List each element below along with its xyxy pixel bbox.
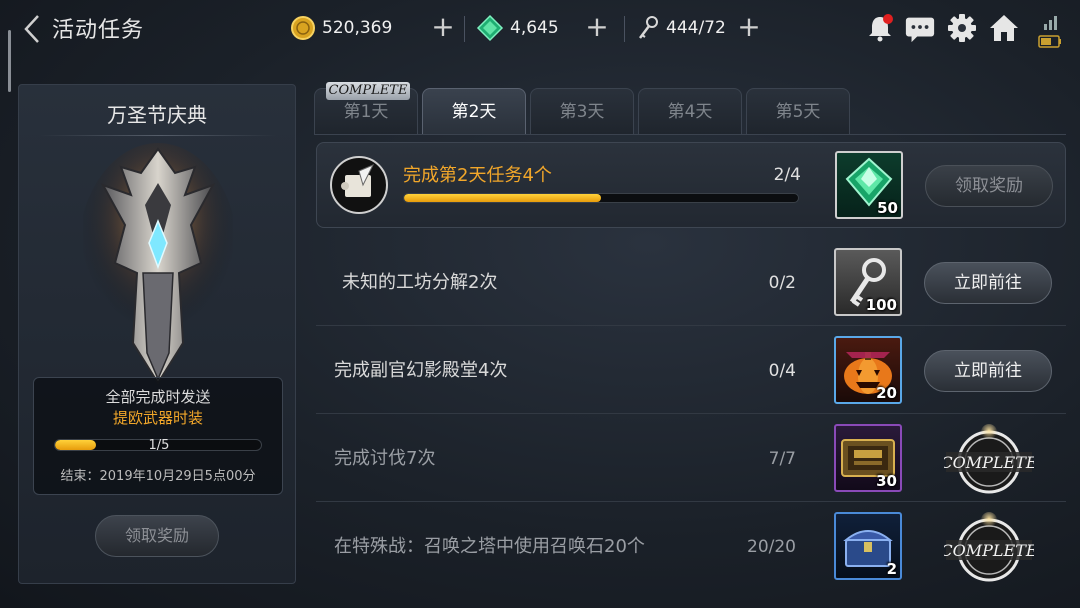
reward-quantity: 50: [877, 199, 898, 217]
divider: [314, 134, 1066, 135]
scroll-quill-icon: [330, 156, 388, 214]
divider: [39, 135, 277, 136]
task-row: 未知的工坊分解2次 0/2 100 立即前往: [316, 240, 1066, 326]
reward-item[interactable]: 20: [834, 336, 902, 404]
tab-day-4[interactable]: 第4天: [638, 88, 742, 134]
gem-amount: 4,645: [510, 18, 559, 38]
bell-icon[interactable]: [864, 12, 896, 44]
reward-item-name: 提欧武器时装: [112, 409, 203, 427]
task-name: 在特殊战：召唤之塔中使用召唤石20个: [334, 536, 645, 557]
gold-amount: 520,369: [322, 18, 393, 38]
task-row: 完成副官幻影殿堂4次 0/4 20 立即前往: [316, 328, 1066, 414]
tab-day-5[interactable]: 第5天: [746, 88, 850, 134]
reward-quantity: 20: [876, 384, 897, 402]
reward-item[interactable]: 50: [835, 151, 903, 219]
claim-reward-button[interactable]: 领取奖励: [925, 165, 1053, 207]
key-counter: 444/72: [636, 14, 726, 42]
task-name: 完成第2天任务4个: [403, 165, 552, 186]
page-title: 活动任务: [52, 18, 145, 43]
top-bar: 活动任务 520,369 + 4,645 + 444/72 +: [0, 0, 1080, 92]
claim-final-reward-button[interactable]: 领取奖励: [95, 515, 219, 557]
task-progress-fill: [404, 194, 601, 202]
gold-coin-icon: [291, 16, 315, 40]
task-progress: 7/7: [768, 449, 796, 469]
reward-quantity: 2: [886, 560, 897, 578]
task-name: 完成讨伐7次: [334, 448, 436, 469]
gear-icon[interactable]: [946, 12, 978, 44]
task-progress-bar: [403, 193, 799, 203]
event-title: 万圣节庆典: [107, 103, 207, 127]
complete-label: COMPLETE: [944, 541, 1034, 560]
tab-day-2[interactable]: 第2天: [422, 88, 526, 134]
left-edge-indicator: [8, 30, 11, 92]
task-progress: 0/2: [768, 273, 796, 293]
go-now-button[interactable]: 立即前往: [924, 350, 1052, 392]
event-panel: 万圣节庆典 全部完成时发送 提欧武器时装 1/5 结束：2019年10月29日5…: [18, 84, 296, 584]
home-icon[interactable]: [988, 12, 1020, 44]
divider: [464, 16, 465, 42]
reward-condition: 全部完成时发送: [105, 388, 211, 406]
task-name: 未知的工坊分解2次: [342, 272, 498, 293]
reward-quantity: 100: [865, 296, 897, 314]
add-gem-button[interactable]: +: [584, 13, 610, 41]
add-gold-button[interactable]: +: [430, 13, 456, 41]
complete-badge: COMPLETE: [944, 424, 1034, 494]
tab-complete-badge: COMPLETE: [326, 82, 410, 100]
notification-dot: [883, 14, 893, 24]
task-name: 完成副官幻影殿堂4次: [334, 360, 508, 381]
complete-label: COMPLETE: [944, 453, 1034, 472]
gold-counter: 520,369: [290, 14, 392, 42]
green-gem-icon: [476, 14, 504, 42]
task-progress: 2/4: [773, 165, 801, 185]
reward-item[interactable]: 2: [834, 512, 902, 580]
key-icon: [639, 16, 658, 39]
divider: [624, 16, 625, 42]
task-progress: 20/20: [747, 537, 796, 557]
back-arrow-icon[interactable]: [18, 12, 48, 46]
task-row-summary: 完成第2天任务4个 2/4 50 领取奖励: [316, 142, 1066, 228]
key-amount: 444/72: [666, 18, 726, 38]
go-now-button[interactable]: 立即前往: [924, 262, 1052, 304]
reward-quantity: 30: [876, 472, 897, 490]
add-key-button[interactable]: +: [736, 13, 762, 41]
reward-item[interactable]: 30: [834, 424, 902, 492]
complete-badge: COMPLETE: [944, 512, 1034, 582]
gem-counter: 4,645: [476, 14, 559, 42]
task-row: 在特殊战：召唤之塔中使用召唤石20个 20/20 2 COMPLETE: [316, 504, 1066, 590]
completion-reward-box: 全部完成时发送 提欧武器时装 1/5 结束：2019年10月29日5点00分: [33, 377, 283, 495]
signal-battery-icon: [1038, 16, 1061, 48]
task-progress: 0/4: [768, 361, 796, 381]
event-progress-text: 1/5: [148, 438, 170, 453]
reward-item[interactable]: 100: [834, 248, 902, 316]
event-end-time: 结束：2019年10月29日5点00分: [60, 469, 256, 484]
task-row: 完成讨伐7次 7/7 30 COMPLETE: [316, 416, 1066, 502]
tab-day-3[interactable]: 第3天: [530, 88, 634, 134]
chat-icon[interactable]: [904, 12, 936, 44]
